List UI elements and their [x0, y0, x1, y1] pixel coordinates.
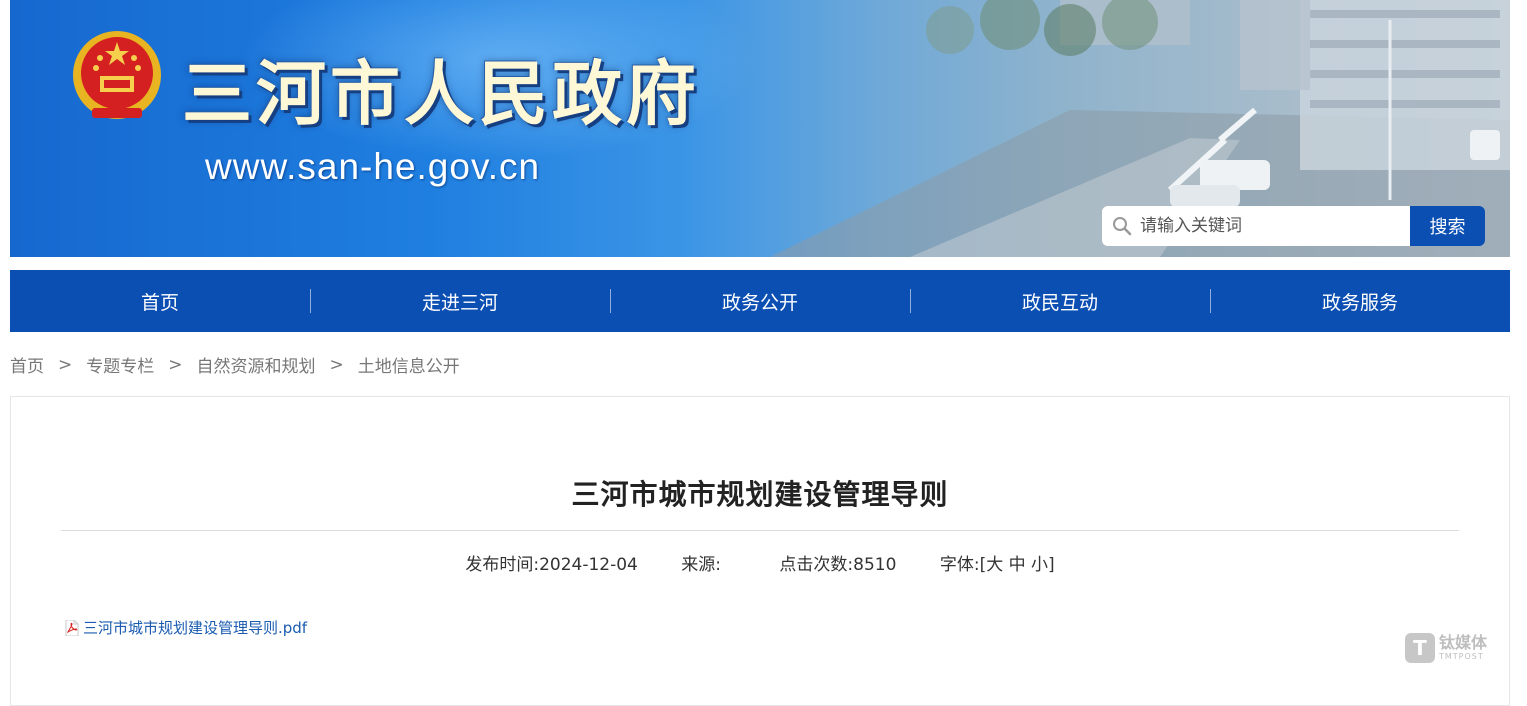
site-url: www.san-he.gov.cn — [205, 146, 541, 187]
views-group: 点击次数:8510 — [779, 555, 901, 575]
search-box — [1102, 206, 1410, 246]
font-size-large[interactable]: 大 — [986, 555, 1003, 575]
nav-item-home[interactable]: 首页 — [10, 270, 310, 332]
article-meta: 发布时间:2024-12-04 来源: 点击次数:8510 字体:[大 中 小] — [11, 550, 1509, 575]
font-size-group: 字体:[大 中 小] — [940, 555, 1055, 575]
source-group: 来源: — [681, 555, 726, 575]
publish-date: 2024-12-04 — [539, 555, 638, 575]
nav-item-interaction[interactable]: 政民互动 — [910, 270, 1210, 332]
national-emblem-icon — [73, 31, 161, 119]
breadcrumb-land-info[interactable]: 土地信息公开 — [358, 352, 460, 377]
breadcrumb-separator: > — [168, 354, 183, 375]
watermark-en: TMTPOST — [1439, 652, 1484, 661]
font-size-label: 字体: — [939, 555, 980, 575]
breadcrumb-home[interactable]: 首页 — [10, 352, 44, 377]
nav-item-services[interactable]: 政务服务 — [1210, 270, 1510, 332]
site-title: 三河市人民政府 — [182, 52, 700, 135]
tmtpost-watermark: T 钛媒体 TMTPOST — [1405, 633, 1487, 663]
font-size-small[interactable]: 小 — [1031, 555, 1048, 575]
watermark-cn: 钛媒体 — [1439, 633, 1488, 652]
main-nav: 首页 走进三河 政务公开 政民互动 政务服务 — [10, 270, 1510, 332]
publish-label: 发布时间: — [465, 555, 540, 575]
breadcrumb-separator: > — [58, 354, 73, 375]
views-count: 8510 — [853, 555, 897, 575]
breadcrumb-natural-resources[interactable]: 自然资源和规划 — [197, 352, 316, 377]
views-label: 点击次数: — [779, 555, 854, 575]
article-title: 三河市城市规划建设管理导则 — [571, 478, 949, 511]
tmtpost-logo-icon: T — [1405, 633, 1435, 663]
breadcrumb: 首页 > 专题专栏 > 自然资源和规划 > 土地信息公开 — [10, 352, 460, 378]
breadcrumb-special-topics[interactable]: 专题专栏 — [86, 352, 154, 377]
title-divider — [61, 530, 1459, 531]
publish-date-group: 发布时间:2024-12-04 — [465, 555, 643, 575]
attachment-link[interactable]: 三河市城市规划建设管理导则.pdf — [65, 617, 307, 638]
nav-item-about-sanhe[interactable]: 走进三河 — [310, 270, 610, 332]
font-bracket-close: ] — [1048, 555, 1055, 575]
search-icon — [1113, 217, 1132, 236]
pdf-file-icon — [65, 619, 79, 636]
article-panel: 三河市城市规划建设管理导则 发布时间:2024-12-04 来源: 点击次数:8… — [10, 396, 1510, 706]
font-size-medium[interactable]: 中 — [1009, 555, 1026, 575]
breadcrumb-separator: > — [329, 354, 344, 375]
nav-item-government-affairs[interactable]: 政务公开 — [610, 270, 910, 332]
search-button[interactable]: 搜索 — [1410, 206, 1485, 246]
attachment-filename[interactable]: 三河市城市规划建设管理导则.pdf — [83, 617, 307, 638]
source-label: 来源: — [681, 555, 722, 575]
search-input[interactable] — [1138, 215, 1402, 237]
